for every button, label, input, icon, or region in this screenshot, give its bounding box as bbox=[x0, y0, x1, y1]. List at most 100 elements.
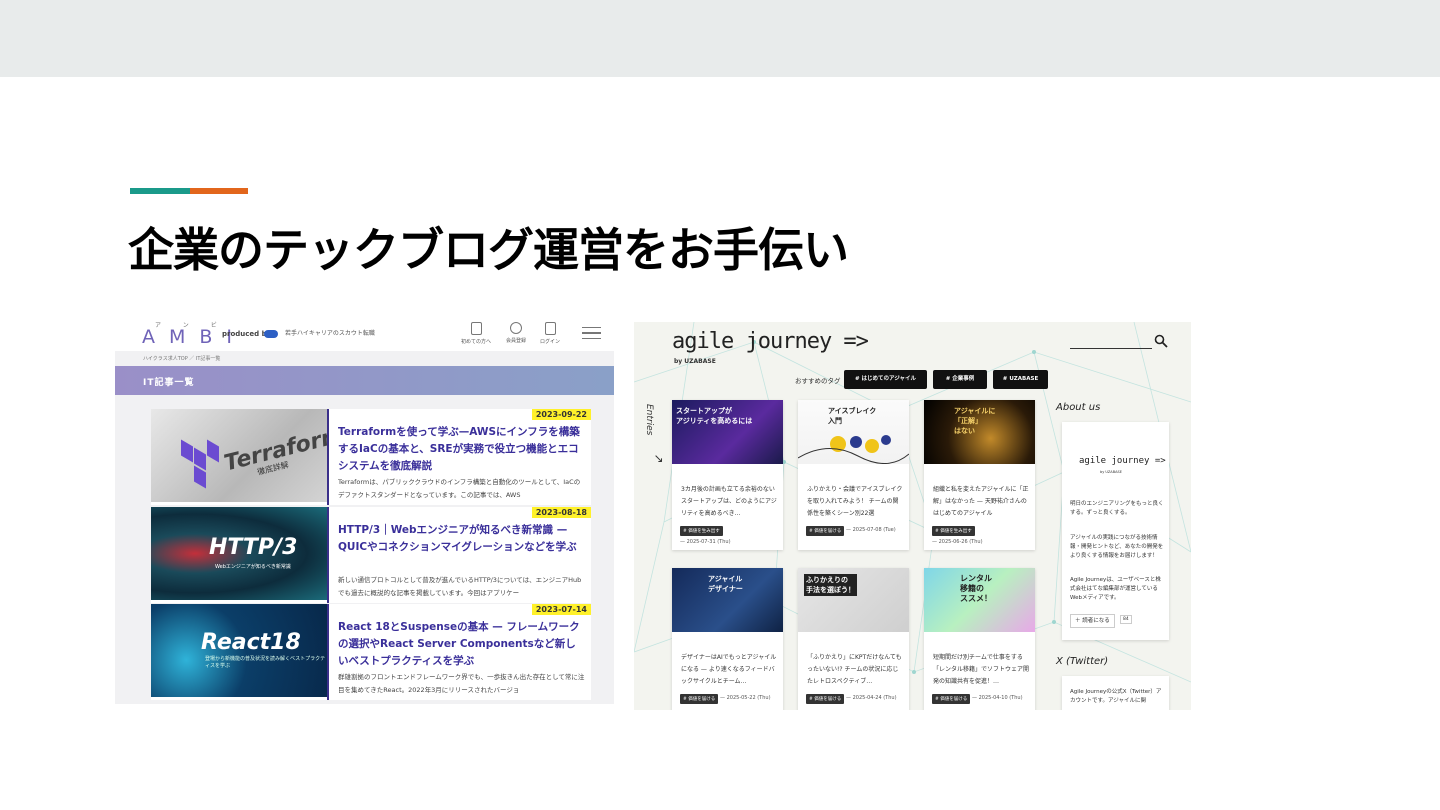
follow-button[interactable]: ＋ 読者になる bbox=[1070, 614, 1115, 628]
about-card: agile journey => by UZABASE 明日のエンジニアリングを… bbox=[1062, 422, 1169, 640]
search-icon[interactable] bbox=[1154, 334, 1168, 348]
nav-register[interactable]: 会員登録 bbox=[499, 322, 533, 344]
entry-thumbnail: アイスブレイク 入門 bbox=[798, 400, 909, 464]
thumbnail-caption: ふりかえりの 手法を選ぼう！ bbox=[804, 574, 857, 596]
entry-card[interactable]: アイスブレイク 入門 ふりかえり・会議でアイスブレイクを取り入れてみよう！ チー… bbox=[798, 400, 909, 550]
entry-card[interactable]: レンタル 移籍の ススメ！ 短期間だけ別チームで仕事をする「レンタル移籍」でソフ… bbox=[924, 568, 1035, 710]
article-thumbnail[interactable]: React18 登場から新機能の普及状況を読み解くベストプラクティスを学ぶ bbox=[151, 604, 327, 697]
article-card[interactable]: HTTP/3 Webエンジニアが知るべき新常識 2023-08-18 HTTP/… bbox=[151, 507, 591, 603]
article-date: 2023-08-18 bbox=[531, 507, 591, 518]
ambi-screenshot: アンビ AMBI produced by 若手ハイキャリアのスカウト転職 初めて… bbox=[115, 318, 614, 704]
entry-title[interactable]: 3カ月後の計画も立てる余裕のないスタートアップは、どのようにアジリティを高めるべ… bbox=[681, 484, 777, 520]
x-twitter-card: Agile Journeyの公式X（Twitter）アカウントです。アジャイルに… bbox=[1062, 676, 1169, 710]
entry-title[interactable]: 短期間だけ別チームで仕事をする「レンタル移籍」でソフトウェア開発の知識共有を促進… bbox=[933, 652, 1029, 688]
nav-beginners-label: 初めての方へ bbox=[460, 339, 491, 345]
breadcrumb[interactable]: ハイクラス求人TOP ／ IT記事一覧 bbox=[143, 355, 220, 362]
ambi-tagline: 若手ハイキャリアのスカウト転職 bbox=[285, 330, 375, 337]
login-icon bbox=[544, 322, 556, 335]
article-title[interactable]: HTTP/3｜Webエンジニアが知るべき新常識 — QUICやコネクションマイグ… bbox=[338, 522, 586, 556]
entry-tag[interactable]: # 価値を届ける bbox=[806, 694, 845, 704]
search-input[interactable] bbox=[1070, 348, 1152, 349]
recommended-tags-label: おすすめのタグ bbox=[795, 377, 841, 385]
entry-thumbnail: アジャイル デザイナー bbox=[672, 568, 783, 632]
thumbnail-title: HTTP/3 bbox=[209, 535, 298, 560]
section-title: IT記事一覧 bbox=[143, 378, 195, 388]
entry-date: — 2025-05-22 (Thu) bbox=[720, 695, 771, 701]
article-thumbnail[interactable]: Terraform 徹底詳解 bbox=[151, 409, 327, 502]
article-title[interactable]: React 18とSuspenseの基本 — フレームワークの選択やReact … bbox=[338, 619, 586, 670]
entry-title[interactable]: 組織と私を変えたアジャイルに「正解」はなかった — 天野祐介さんのはじめてのアジ… bbox=[933, 484, 1029, 520]
entry-card[interactable]: アジャイル デザイナー デザイナーはAIでもっとアジャイルになる — より速くな… bbox=[672, 568, 783, 710]
tag-case-studies[interactable]: # 企業事例 bbox=[933, 370, 987, 389]
entry-date: — 2025-04-10 (Thu) bbox=[972, 695, 1023, 701]
entry-tag[interactable]: # 価値を生み出す bbox=[932, 526, 975, 536]
article-body: 2023-08-18 HTTP/3｜Webエンジニアが知るべき新常識 — QUI… bbox=[327, 507, 591, 603]
produced-by-logo-icon bbox=[264, 330, 278, 338]
article-excerpt: Terraformは、パブリッククラウドのインフラ構築と自動化のツールとして、I… bbox=[338, 478, 581, 499]
hamburger-menu-icon[interactable] bbox=[582, 327, 601, 343]
article-card[interactable]: React18 登場から新機能の普及状況を読み解くベストプラクティスを学ぶ 20… bbox=[151, 604, 591, 700]
thumbnail-caption: アイスブレイク 入門 bbox=[828, 407, 877, 425]
about-by: by UZABASE bbox=[1100, 470, 1122, 474]
thumbnail-caption: レンタル 移籍の ススメ！ bbox=[960, 574, 992, 603]
document-icon bbox=[470, 322, 482, 335]
article-date: 2023-07-14 bbox=[531, 604, 591, 615]
thumbnail-caption: アジャイル デザイナー bbox=[708, 575, 743, 593]
nav-login-label: ログイン bbox=[539, 339, 560, 345]
entry-card[interactable]: スタートアップが アジリティを高めるには 3カ月後の計画も立てる余裕のないスター… bbox=[672, 400, 783, 550]
article-title[interactable]: Terraformを使って学ぶ—AWSにインフラを構築するIaCの基本と、SRE… bbox=[338, 424, 586, 475]
thumbnail-title: React18 bbox=[201, 630, 301, 655]
nav-register-label: 会員登録 bbox=[505, 338, 526, 344]
ambi-header: アンビ AMBI produced by 若手ハイキャリアのスカウト転職 初めて… bbox=[115, 318, 614, 351]
entry-date: — 2025-07-08 (Tue) bbox=[846, 527, 896, 533]
entry-tag[interactable]: # 価値を届ける bbox=[806, 526, 845, 536]
article-thumbnail[interactable]: HTTP/3 Webエンジニアが知るべき新常識 bbox=[151, 507, 327, 600]
entry-tag[interactable]: # 価値を届ける bbox=[680, 694, 719, 704]
nav-login[interactable]: ログイン bbox=[533, 322, 567, 345]
entries-label: Entries bbox=[644, 404, 654, 436]
by-uzabase: by UZABASE bbox=[674, 358, 716, 365]
section-header: IT記事一覧 bbox=[115, 366, 614, 395]
entry-date: — 2025-07-31 (Thu) bbox=[680, 539, 731, 545]
accent-bar-orange bbox=[190, 188, 248, 194]
thumbnail-subtitle: 登場から新機能の普及状況を読み解くベストプラクティスを学ぶ bbox=[205, 656, 326, 669]
entry-date: — 2025-06-26 (Thu) bbox=[932, 539, 983, 545]
about-heading: About us bbox=[1056, 402, 1101, 413]
article-body: 2023-09-22 Terraformを使って学ぶ—AWSにインフラを構築する… bbox=[327, 409, 591, 505]
entry-date: — 2025-04-24 (Thu) bbox=[846, 695, 897, 701]
article-body: 2023-07-14 React 18とSuspenseの基本 — フレームワー… bbox=[327, 604, 591, 700]
terraform-logo-icon bbox=[181, 439, 221, 489]
about-tagline: 明日のエンジニアリングをもっと良くする。ずっと良くする。 bbox=[1070, 501, 1164, 516]
entry-thumbnail: レンタル 移籍の ススメ！ bbox=[924, 568, 1035, 632]
nav-beginners[interactable]: 初めての方へ bbox=[459, 322, 493, 345]
x-twitter-text: Agile Journeyの公式X（Twitter）アカウントです。アジャイルに… bbox=[1070, 689, 1162, 704]
tag-uzabase[interactable]: # UZABASE bbox=[993, 370, 1048, 389]
agile-journey-logo[interactable]: agile journey => bbox=[672, 329, 869, 354]
entry-card[interactable]: アジャイルに 「正解」 はない 組織と私を変えたアジャイルに「正解」はなかった … bbox=[924, 400, 1035, 550]
x-twitter-heading: X (Twitter) bbox=[1056, 656, 1109, 667]
icebreak-illustration-icon bbox=[798, 435, 909, 464]
entry-card[interactable]: ふりかえりの 手法を選ぼう！ 「ふりかえり」にKPTだけなんてもったいない!? … bbox=[798, 568, 909, 710]
entry-title[interactable]: 「ふりかえり」にKPTだけなんてもったいない!? チームの状況に応じたレトロスペ… bbox=[807, 652, 903, 688]
entry-title[interactable]: デザイナーはAIでもっとアジャイルになる — より速くなるフィードバックサイクル… bbox=[681, 652, 777, 688]
thumbnail-caption: スタートアップが アジリティを高めるには bbox=[676, 407, 753, 425]
entry-thumbnail: ふりかえりの 手法を選ぼう！ bbox=[798, 568, 909, 632]
follower-count: 84 bbox=[1120, 615, 1132, 624]
about-operator: Agile Journeyは、ユーザベースと株式会社はてな編集部が運営しているW… bbox=[1070, 577, 1161, 601]
entry-tag[interactable]: # 価値を届ける bbox=[932, 694, 971, 704]
entry-tag[interactable]: # 価値を生み出す bbox=[680, 526, 723, 536]
user-icon bbox=[510, 322, 522, 334]
accent-bar-teal bbox=[130, 188, 190, 194]
entry-title[interactable]: ふりかえり・会議でアイスブレイクを取り入れてみよう！ チームの関係性を築くシーン… bbox=[807, 484, 903, 520]
article-excerpt: 新しい通信プロトコルとして普及が進んでいるHTTP/3については、エンジニアHu… bbox=[338, 576, 582, 597]
tag-beginners-agile[interactable]: # はじめてのアジャイル bbox=[844, 370, 927, 389]
entry-thumbnail: スタートアップが アジリティを高めるには bbox=[672, 400, 783, 464]
entry-thumbnail: アジャイルに 「正解」 はない bbox=[924, 400, 1035, 464]
about-logo: agile journey => bbox=[1079, 456, 1166, 466]
agile-journey-screenshot: agile journey => by UZABASE おすすめのタグ # はじ… bbox=[634, 322, 1191, 710]
slide-title: 企業のテックブログ運営をお手伝い bbox=[128, 223, 849, 277]
thumbnail-caption: アジャイルに 「正解」 はない bbox=[954, 407, 996, 435]
article-card[interactable]: Terraform 徹底詳解 2023-09-22 Terraformを使って学… bbox=[151, 409, 591, 505]
top-band bbox=[0, 0, 1440, 77]
thumbnail-subtitle: Webエンジニアが知るべき新常識 bbox=[215, 564, 291, 570]
